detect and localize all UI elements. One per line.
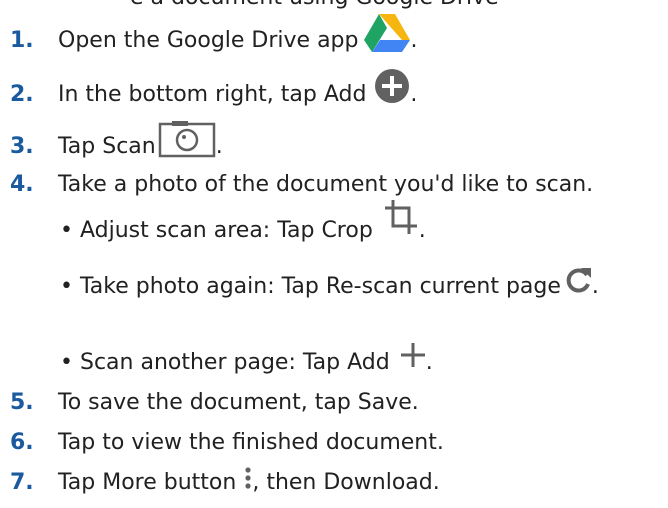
- substep-text: Take photo again: Tap Re-scan current pa…: [80, 274, 561, 299]
- substep-add-page: • Scan another page: Tap Add .: [60, 334, 433, 378]
- more-vert-icon: [244, 467, 252, 493]
- step-1: 1. Open the Google Drive app .: [10, 14, 417, 56]
- step-number: 7.: [10, 470, 34, 495]
- step-6: 6. Tap to view the finished document.: [10, 418, 444, 458]
- substep-text: Adjust scan area: Tap Crop: [80, 218, 373, 243]
- step-text: Tap to view the finished document.: [58, 430, 444, 455]
- substep-text: Scan another page: Tap Add: [80, 350, 390, 375]
- camera-icon: [158, 120, 216, 162]
- bullet: •: [60, 274, 73, 299]
- crop-icon: [383, 198, 419, 240]
- step-number: 3.: [10, 134, 34, 159]
- substep-crop: • Adjust scan area: Tap Crop .: [60, 200, 426, 246]
- step-number: 4.: [10, 172, 34, 197]
- step-text: Tap More button: [58, 470, 237, 495]
- partial-heading: e a document using Google Drive: [130, 0, 499, 10]
- step-number: 5.: [10, 390, 34, 415]
- step-number: 1.: [10, 28, 34, 53]
- step-7: 7. Tap More button , then Download.: [10, 458, 440, 498]
- step-2: 2. In the bottom right, tap Add .: [10, 68, 417, 110]
- substep-rescan: • Take photo again: Tap Re-scan current …: [60, 258, 599, 302]
- step-text: Take a photo of the document you'd like …: [58, 172, 594, 197]
- refresh-icon: [564, 266, 592, 298]
- plus-icon: [400, 342, 426, 372]
- step-text: In the bottom right, tap Add: [58, 82, 367, 107]
- step-4: 4. Take a photo of the document you'd li…: [10, 160, 593, 200]
- step-5: 5. To save the document, tap Save.: [10, 378, 419, 418]
- google-drive-icon: [364, 12, 411, 56]
- step-3: 3. Tap Scan .: [10, 120, 223, 162]
- step-text: Open the Google Drive app: [58, 28, 359, 53]
- add-circle-icon: [374, 68, 410, 108]
- step-text: To save the document, tap Save.: [58, 390, 419, 415]
- step-number: 2.: [10, 82, 34, 107]
- bullet: •: [60, 350, 73, 375]
- step-text: Tap Scan: [58, 134, 156, 159]
- bullet: •: [60, 218, 73, 243]
- step-number: 6.: [10, 430, 34, 455]
